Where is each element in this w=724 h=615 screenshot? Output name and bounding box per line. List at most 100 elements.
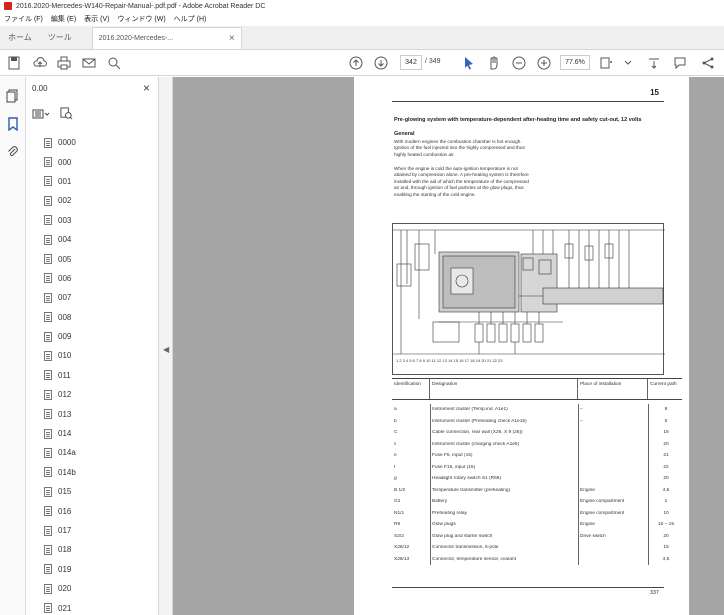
cell-designation: Connector transmission, 6-pole [432, 545, 499, 551]
cell-identification: C [394, 430, 398, 436]
menu-window[interactable]: ウィンドウ (W) [117, 14, 165, 24]
page-thumbnails-icon[interactable] [6, 89, 20, 103]
tab-home[interactable]: ホーム [0, 25, 40, 49]
bookmark-item[interactable]: 000 [26, 152, 150, 171]
bookmark-item[interactable]: 013 [26, 404, 150, 423]
cell-identification: a [394, 407, 397, 413]
menu-file[interactable]: ファイル (F) [4, 14, 43, 24]
bookmark-item[interactable]: 021 [26, 598, 150, 615]
tab-tools[interactable]: ツール [40, 25, 80, 49]
subsection-heading: General [394, 131, 415, 137]
bookmark-item[interactable]: 0000 [26, 133, 150, 152]
window-title: 2016.2020-Mercedes-W140-Repair-Manual-.p… [16, 2, 266, 10]
bookmark-item[interactable]: 012 [26, 385, 150, 404]
bookmarks-icon[interactable] [6, 117, 20, 132]
cell-designation: Fuse F15, input (15) [432, 464, 476, 470]
bookmark-item[interactable]: 006 [26, 269, 150, 288]
cell-identification: N1/1 [394, 510, 405, 516]
tab-document[interactable]: 2016.2020-Mercedes-... × [91, 27, 242, 49]
bookmark-label: 005 [58, 254, 72, 264]
cell-identification: X26/13 [394, 556, 410, 562]
bookmark-item[interactable]: 003 [26, 211, 150, 230]
bookmark-item[interactable]: 017 [26, 521, 150, 540]
cell-identification: e [394, 453, 397, 459]
bookmark-item[interactable]: 016 [26, 501, 150, 520]
table-row: e Fuse F5, input (15) 21 [392, 450, 682, 462]
zoom-in-icon[interactable] [536, 55, 552, 71]
bookmark-item[interactable]: 005 [26, 249, 150, 268]
page-header-number: 15 [650, 88, 659, 97]
fit-page-icon[interactable] [598, 55, 614, 71]
email-icon[interactable] [81, 55, 97, 71]
bookmark-page-icon [44, 292, 52, 303]
table-row: G1 Battery Engine compartment 1 [392, 496, 682, 508]
menu-help[interactable]: ヘルプ (H) [174, 14, 207, 24]
bookmark-label: 014b [58, 467, 76, 477]
cell-place: Engine compartment [580, 510, 625, 516]
cell-designation: Instrument cluster (charging check A1e5) [432, 441, 520, 447]
bookmark-label: 016 [58, 506, 72, 516]
table-row: S2/2 Glow plug and starter switch Drive sw… [392, 531, 682, 543]
view-options-chevron-icon[interactable] [620, 55, 636, 71]
bookmark-label: 021 [58, 603, 72, 613]
cell-current-path: 21 [663, 453, 669, 459]
scroll-mode-icon[interactable] [646, 55, 662, 71]
bookmark-label: 013 [58, 409, 72, 419]
bookmark-page-icon [44, 447, 52, 458]
hand-tool-icon[interactable] [486, 55, 502, 71]
save-icon[interactable] [6, 55, 22, 71]
bookmark-label: 017 [58, 526, 72, 535]
find-bookmark-icon[interactable] [60, 107, 73, 122]
footer-rule [392, 587, 664, 588]
document-canvas[interactable]: 15 Pre-glowing system with temperature-d… [173, 77, 724, 615]
cell-identification: g [394, 476, 397, 482]
bookmark-item[interactable]: 010 [26, 346, 150, 365]
bookmark-item[interactable]: 009 [26, 327, 150, 346]
next-page-icon[interactable] [373, 55, 389, 71]
cell-designation: Battery [432, 499, 448, 505]
zoom-level-select[interactable]: 77.6% [560, 55, 590, 70]
bookmark-label: 019 [58, 564, 72, 574]
close-tab-icon[interactable]: × [229, 33, 235, 44]
menu-edit[interactable]: 編集 (E) [51, 14, 76, 24]
zoom-out-icon[interactable] [511, 55, 527, 71]
acrobat-icon [4, 2, 12, 10]
bookmark-item[interactable]: 001 [26, 172, 150, 191]
header-current-path: Current path [650, 382, 677, 387]
bookmark-item[interactable]: 014a [26, 443, 150, 462]
bookmark-page-icon [44, 312, 52, 323]
menu-view[interactable]: 表示 (V) [84, 14, 109, 24]
comment-icon[interactable] [672, 55, 688, 71]
collapse-arrow-icon: ◀ [163, 345, 170, 354]
bookmark-item[interactable]: 004 [26, 230, 150, 249]
bookmark-item[interactable]: 019 [26, 560, 150, 579]
search-icon[interactable] [106, 55, 122, 71]
bookmark-item[interactable]: 007 [26, 288, 150, 307]
print-icon[interactable] [56, 55, 72, 71]
bookmark-label: 018 [58, 545, 72, 555]
panel-collapse-handle[interactable]: ◀ [159, 77, 173, 615]
page-number-input[interactable]: 342 [400, 55, 422, 70]
bookmark-label: 020 [58, 584, 72, 594]
bookmark-item[interactable]: 020 [26, 579, 150, 598]
attachments-icon[interactable] [6, 145, 20, 159]
bookmark-item[interactable]: 002 [26, 191, 150, 210]
select-cursor-icon[interactable] [461, 55, 477, 71]
bookmark-options-icon[interactable] [32, 108, 50, 122]
bookmark-item[interactable]: 018 [26, 540, 150, 559]
bookmark-item[interactable]: 008 [26, 308, 150, 327]
footer-page-number: 337 [649, 590, 659, 596]
upload-cloud-icon[interactable] [32, 55, 48, 71]
bookmark-page-icon [44, 176, 52, 187]
bookmark-item[interactable]: 014b [26, 463, 150, 482]
share-icon[interactable] [700, 55, 716, 71]
bookmark-item[interactable]: 014 [26, 424, 150, 443]
previous-page-icon[interactable] [348, 55, 364, 71]
cell-current-path: 10 [663, 510, 669, 516]
bookmark-item[interactable]: 011 [26, 366, 150, 385]
close-panel-icon[interactable]: × [143, 81, 150, 95]
bookmark-item[interactable]: 015 [26, 482, 150, 501]
cell-current-path: 18 [663, 430, 669, 436]
cell-current-path: 16 [663, 545, 669, 551]
table-row: c Instrument cluster (charging check A1e5… [392, 439, 682, 451]
